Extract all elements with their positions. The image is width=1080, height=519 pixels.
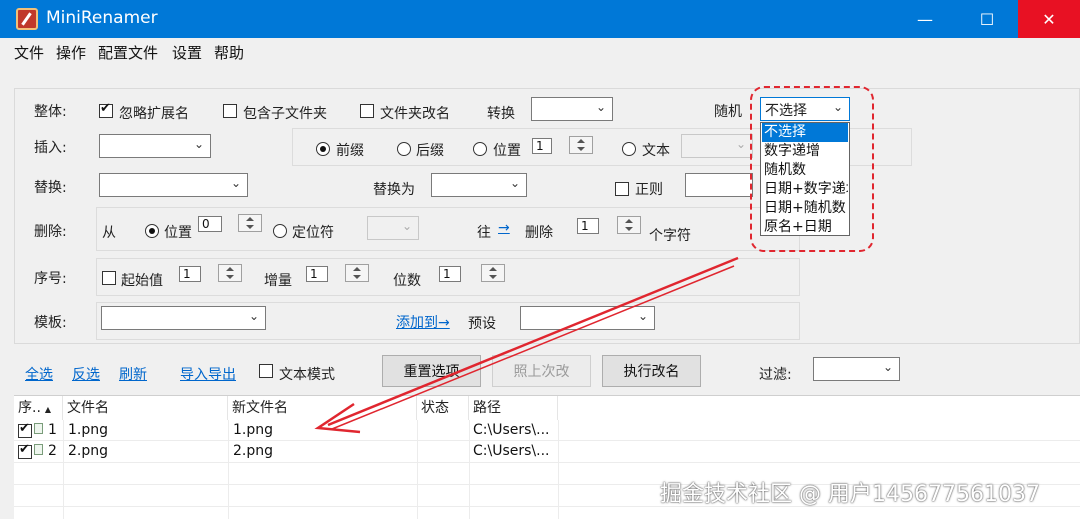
annotation-arrow xyxy=(314,256,739,434)
arrow-head xyxy=(314,402,361,434)
arrow-line xyxy=(327,256,739,427)
watermark: 掘金技术社区 @ 用户145677561037 xyxy=(660,482,1040,507)
arrow-line-shadow xyxy=(331,265,735,430)
